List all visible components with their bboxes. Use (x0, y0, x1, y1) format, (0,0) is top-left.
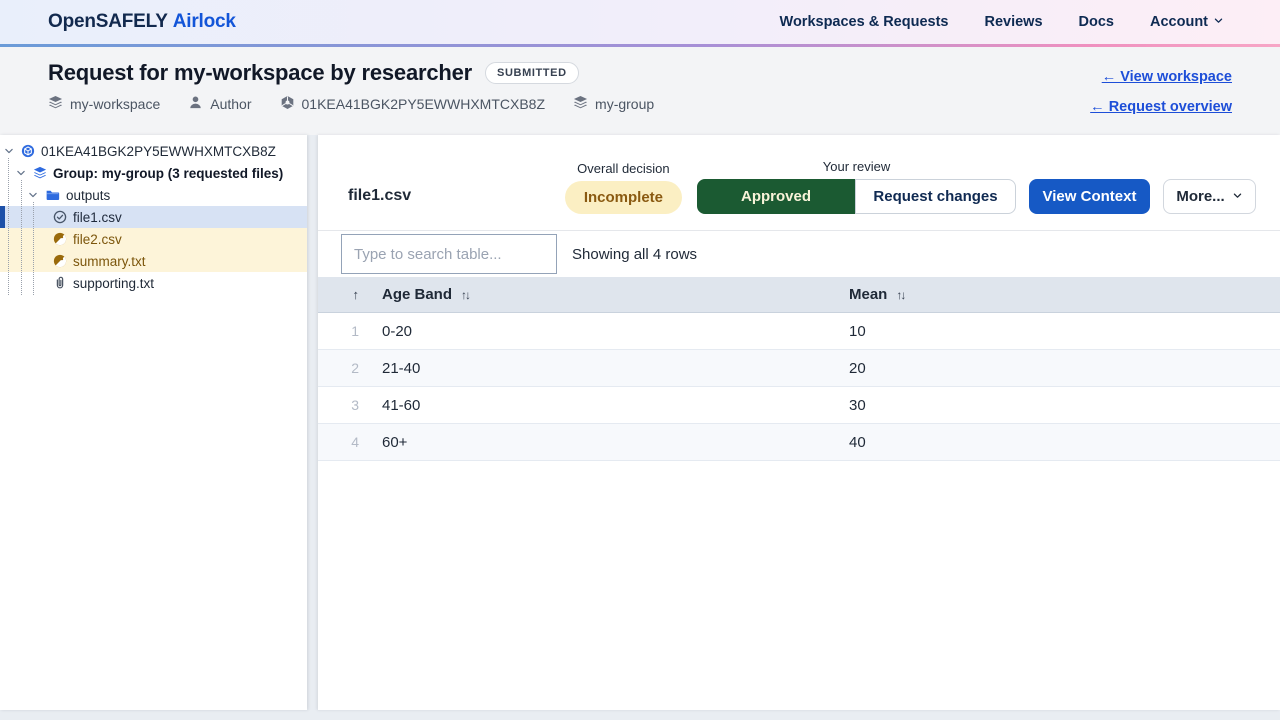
folder-icon (45, 188, 60, 202)
view-context-button[interactable]: View Context (1029, 179, 1150, 214)
tree-guide-line (21, 180, 22, 295)
cube-icon (280, 95, 295, 113)
tree-node-group[interactable]: Group: my-group (3 requested files) (0, 162, 307, 184)
sort-ascending-icon: ↑ (353, 287, 360, 302)
file-tree: 01KEA41BGK2PY5EWWHXMTCXB8Z Group: my-gro… (0, 135, 307, 294)
sort-icon: ↑↓ (461, 288, 471, 302)
paperclip-icon (53, 276, 67, 290)
request-overview-link[interactable]: ← Request overview (1090, 99, 1232, 115)
column-header-mean[interactable]: Mean ↑↓ (849, 286, 1280, 303)
content-area: 01KEA41BGK2PY5EWWHXMTCXB8Z Group: my-gro… (0, 135, 1280, 710)
table-header: ↑ Age Band ↑↓ Mean ↑↓ (318, 277, 1280, 313)
request-cube-icon (21, 144, 35, 158)
brand-logo[interactable]: OpenSAFELYAirlock (48, 11, 236, 33)
cell-mean: 10 (849, 323, 1280, 340)
tree-guide-line (8, 158, 9, 295)
your-review-group: Your review Approved Request changes (697, 159, 1016, 214)
tree-file-file2[interactable]: file2.csv (0, 228, 307, 250)
rows-summary: Showing all 4 rows (572, 246, 697, 263)
cell-age-band: 41-60 (364, 397, 849, 414)
tree-file-file1[interactable]: file1.csv (0, 206, 307, 228)
row-number: 3 (318, 397, 364, 413)
tree-node-request-root[interactable]: 01KEA41BGK2PY5EWWHXMTCXB8Z (0, 140, 307, 162)
row-number: 4 (318, 434, 364, 450)
tree-file-supporting[interactable]: supporting.txt (0, 272, 307, 294)
overall-decision-group: Overall decision Incomplete (565, 161, 682, 214)
request-changes-button[interactable]: Request changes (855, 179, 1016, 214)
status-badge: SUBMITTED (485, 62, 579, 84)
more-menu-button[interactable]: More... (1163, 179, 1256, 214)
tree-guide-line (33, 202, 34, 295)
request-meta: my-workspace Author 01KEA41BGK2PY5EWWHXM… (48, 95, 654, 113)
table-row: 4 60+ 40 (318, 424, 1280, 461)
cell-mean: 40 (849, 434, 1280, 451)
layers-icon (33, 166, 47, 180)
nav-account-menu[interactable]: Account (1150, 14, 1224, 30)
selection-bar (0, 206, 5, 228)
tree-node-outputs-folder[interactable]: outputs (0, 184, 307, 206)
table-toolbar: Showing all 4 rows (318, 231, 1280, 277)
check-circle-icon (53, 210, 67, 224)
layers-icon (573, 95, 588, 113)
cell-age-band: 0-20 (364, 323, 849, 340)
nav-links: Workspaces & Requests Reviews Docs Accou… (780, 14, 1224, 30)
row-number: 2 (318, 360, 364, 376)
meta-request-id: 01KEA41BGK2PY5EWWHXMTCXB8Z (280, 95, 546, 113)
chevron-down-icon (1213, 14, 1224, 30)
brand-airlock: Airlock (173, 11, 236, 32)
cell-mean: 20 (849, 360, 1280, 377)
your-review-label: Your review (823, 159, 890, 174)
file-review-header: file1.csv Overall decision Incomplete Yo… (318, 135, 1280, 231)
page-title: Request for my-workspace by researcher (48, 60, 472, 86)
overall-decision-value: Incomplete (565, 181, 682, 214)
table-row: 3 41-60 30 (318, 387, 1280, 424)
nav-workspaces-requests[interactable]: Workspaces & Requests (780, 14, 949, 30)
search-input[interactable] (341, 234, 557, 274)
file-tree-sidebar: 01KEA41BGK2PY5EWWHXMTCXB8Z Group: my-gro… (0, 135, 307, 710)
sort-icon: ↑↓ (896, 288, 906, 302)
half-circle-icon (53, 254, 67, 268)
view-workspace-link[interactable]: ← View workspace (1102, 69, 1232, 85)
row-number-header[interactable]: ↑ (318, 286, 364, 303)
layers-icon (48, 95, 63, 113)
header-links: ← View workspace ← Request overview (1090, 60, 1232, 135)
chevron-down-icon[interactable] (15, 168, 27, 178)
review-button-group: Approved Request changes (697, 179, 1016, 214)
file-title: file1.csv (348, 187, 411, 205)
file-review-panel: file1.csv Overall decision Incomplete Yo… (318, 135, 1280, 710)
column-header-age-band[interactable]: Age Band ↑↓ (364, 286, 849, 303)
meta-group: my-group (573, 95, 654, 113)
tree-file-summary[interactable]: summary.txt (0, 250, 307, 272)
user-icon (188, 95, 203, 113)
nav-docs[interactable]: Docs (1079, 14, 1114, 30)
request-header-left: Request for my-workspace by researcher S… (48, 60, 654, 135)
request-header: Request for my-workspace by researcher S… (0, 47, 1280, 135)
approved-button[interactable]: Approved (697, 179, 855, 214)
brand-opensafely: OpenSAFELY (48, 11, 168, 32)
cell-age-band: 60+ (364, 434, 849, 451)
table-row: 2 21-40 20 (318, 350, 1280, 387)
data-table: ↑ Age Band ↑↓ Mean ↑↓ 1 0-20 10 2 21-40 (318, 277, 1280, 461)
chevron-down-icon[interactable] (27, 190, 39, 200)
table-row: 1 0-20 10 (318, 313, 1280, 350)
half-circle-icon (53, 232, 67, 246)
nav-reviews[interactable]: Reviews (984, 14, 1042, 30)
meta-author: Author (188, 95, 251, 113)
cell-mean: 30 (849, 397, 1280, 414)
chevron-down-icon (1232, 188, 1243, 205)
overall-decision-label: Overall decision (577, 161, 670, 176)
panel-gutter (307, 135, 318, 710)
chevron-down-icon[interactable] (3, 146, 15, 156)
cell-age-band: 21-40 (364, 360, 849, 377)
row-number: 1 (318, 323, 364, 339)
meta-workspace: my-workspace (48, 95, 160, 113)
top-navbar: OpenSAFELYAirlock Workspaces & Requests … (0, 0, 1280, 44)
